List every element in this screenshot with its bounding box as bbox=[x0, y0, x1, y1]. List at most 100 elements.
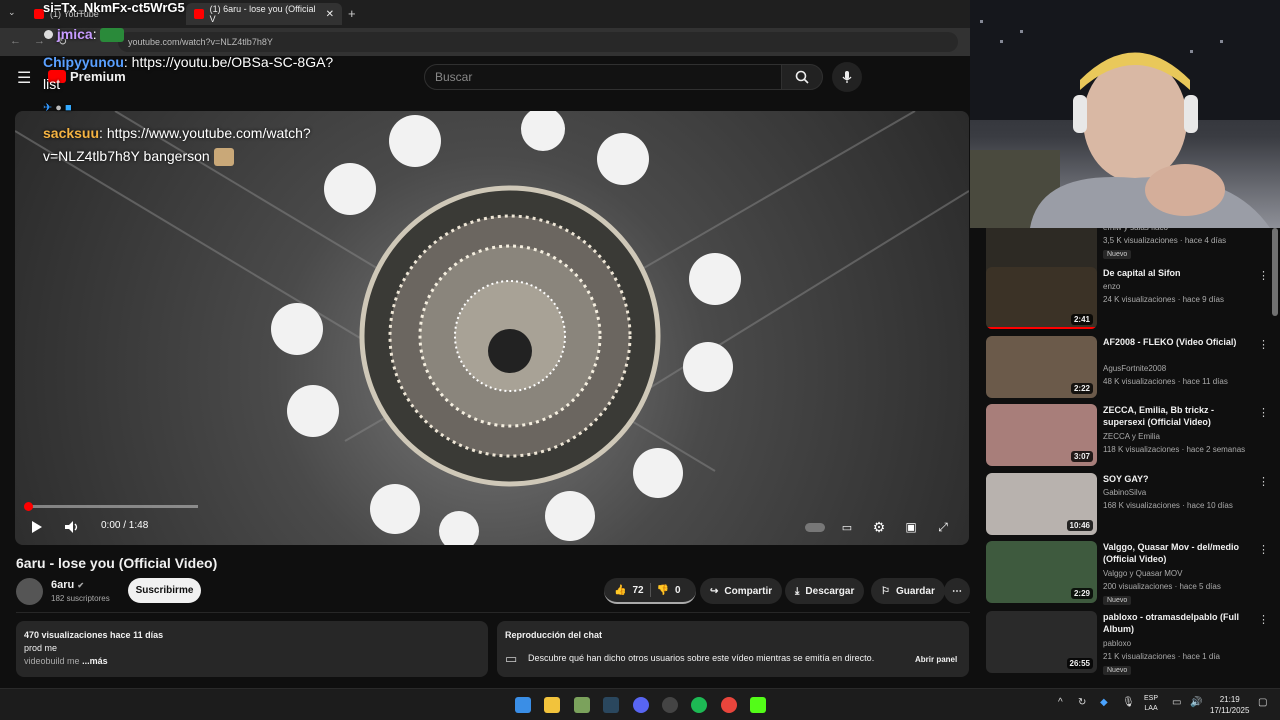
language-indicator[interactable]: ESP LAA bbox=[1144, 694, 1158, 714]
chat-emote-icon bbox=[100, 28, 125, 43]
sidebar-video-title[interactable]: De capital al Sifon bbox=[1103, 267, 1243, 279]
save-button[interactable]: ⚐ Guardar bbox=[871, 578, 945, 604]
fullscreen-button[interactable]: ⤢ bbox=[932, 516, 954, 538]
sidebar-channel-name[interactable]: AgusFortnite2008 bbox=[1103, 364, 1166, 373]
tray-mic-icon[interactable]: 🎙 bbox=[1122, 697, 1135, 708]
video-duration: 26:55 bbox=[1066, 658, 1093, 669]
thumbs-down-icon[interactable]: 👎 bbox=[657, 585, 669, 596]
more-options-icon[interactable]: ⋮ bbox=[1258, 269, 1269, 282]
dislike-count[interactable]: 0 bbox=[675, 585, 681, 596]
sidebar-video-title[interactable]: ZECCA, Emilia, Bb trickz - supersexi (Of… bbox=[1103, 404, 1243, 428]
spotify-icon[interactable] bbox=[691, 697, 707, 713]
more-options-icon[interactable]: ⋮ bbox=[1258, 543, 1269, 556]
tray-network-app-icon[interactable]: ◆ bbox=[1100, 697, 1108, 708]
search-input[interactable]: Buscar bbox=[424, 64, 782, 90]
show-more-link[interactable]: ...más bbox=[82, 656, 108, 666]
chat-text: list bbox=[43, 76, 61, 92]
back-arrow-icon[interactable]: ← bbox=[10, 35, 21, 47]
chat-text: : https://youtu.be/OBSa-SC-8GA? bbox=[123, 54, 334, 70]
video-thumbnail[interactable]: 26:55 bbox=[986, 611, 1097, 673]
sidebar-channel-name[interactable]: emiw y salas flaco bbox=[1103, 228, 1168, 232]
chandelier-video-frame bbox=[15, 111, 969, 545]
more-actions-button[interactable]: ⋯ bbox=[944, 578, 970, 604]
video-thumbnail[interactable]: 2:41 bbox=[986, 267, 1097, 329]
search-button[interactable] bbox=[781, 64, 823, 90]
file-explorer-icon[interactable] bbox=[544, 697, 560, 713]
sidebar-video-item[interactable]: 2:29 Valggo, Quasar Mov - del/medio (Offi… bbox=[986, 541, 1269, 605]
obs-icon[interactable] bbox=[662, 697, 678, 713]
sidebar-channel-name[interactable]: pabloxo bbox=[1103, 639, 1131, 648]
sidebar-video-item[interactable]: 2:41 De capital al Sifon enzo 24 K visualiz… bbox=[986, 267, 1269, 331]
channel-name[interactable]: 6aru ✔ bbox=[51, 579, 84, 591]
more-options-icon[interactable]: ⋮ bbox=[1258, 475, 1269, 488]
sidebar-channel-name[interactable]: ZECCA y Emilia bbox=[1103, 432, 1160, 441]
video-duration: 2:41 bbox=[1070, 314, 1093, 325]
speaker-icon[interactable]: 🔊 bbox=[1190, 697, 1202, 708]
video-duration: 3:07 bbox=[1070, 451, 1093, 462]
sidebar-video-title[interactable]: Valggo, Quasar Mov - del/medio (Official… bbox=[1103, 541, 1243, 565]
video-thumbnail[interactable]: 3:07 bbox=[986, 404, 1097, 466]
hamburger-menu-icon[interactable]: ☰ bbox=[17, 68, 31, 88]
subscribe-button[interactable]: Suscribirme bbox=[128, 578, 201, 603]
discord-icon[interactable] bbox=[633, 697, 649, 713]
sidebar-channel-name[interactable]: enzo bbox=[1103, 282, 1120, 291]
share-button[interactable]: ↪ Compartir bbox=[700, 578, 783, 604]
video-thumbnail[interactable]: 10:46 bbox=[986, 473, 1097, 535]
wifi-icon[interactable]: ▭ bbox=[1172, 697, 1181, 708]
more-options-icon[interactable]: ⋮ bbox=[1258, 338, 1269, 351]
start-icon[interactable] bbox=[515, 697, 531, 713]
subtitles-icon: ▭ bbox=[841, 521, 853, 534]
settings-button[interactable]: ⚙ bbox=[868, 516, 890, 538]
close-tab-icon[interactable]: ✕ bbox=[326, 9, 334, 20]
sidebar-video-item[interactable]: 2:22 AF2008 - FLEKO (Video Oficial) AgusFo… bbox=[986, 336, 1269, 400]
new-badge: Nuevo bbox=[1103, 250, 1132, 259]
video-duration: 2:29 bbox=[1070, 588, 1093, 599]
video-thumbnail[interactable]: 2:22 bbox=[986, 336, 1097, 398]
overlay-chat-line: sacksuu: https://www.youtube.com/watch? bbox=[43, 125, 311, 141]
channel-avatar[interactable] bbox=[16, 578, 43, 605]
browser-tab-active[interactable]: (1) 6aru - lose you (Official V ✕ bbox=[186, 3, 342, 25]
tab-list-chevron-icon[interactable]: ⌄ bbox=[8, 7, 16, 18]
volume-button[interactable] bbox=[61, 516, 83, 538]
tray-chevron-icon[interactable]: ^ bbox=[1058, 697, 1063, 708]
overlay-chat-line: list bbox=[43, 76, 60, 92]
new-badge: Nuevo bbox=[1103, 596, 1132, 605]
channel-name-text: 6aru bbox=[51, 579, 75, 591]
autoplay-toggle[interactable] bbox=[804, 516, 826, 538]
sidebar-video-item[interactable]: 3:07 ZECCA, Emilia, Bb trickz - supersexi… bbox=[986, 404, 1269, 468]
sidebar-video-item[interactable]: 10:46 SOY GAY? GabinoSilva 168 K visualizac… bbox=[986, 473, 1269, 537]
video-thumbnail[interactable]: 2:29 bbox=[986, 541, 1097, 603]
taskbar-clock[interactable]: 21:19 17/11/2025 bbox=[1210, 694, 1249, 716]
more-options-icon[interactable]: ⋮ bbox=[1258, 613, 1269, 626]
play-button[interactable] bbox=[26, 516, 48, 538]
more-options-icon[interactable]: ⋮ bbox=[1258, 406, 1269, 419]
new-tab-icon[interactable]: + bbox=[348, 6, 356, 21]
chrome-icon[interactable] bbox=[721, 697, 737, 713]
sidebar-video-title[interactable]: pabloxo - otramasdelpablo (Full Album) bbox=[1103, 611, 1243, 635]
app-icon[interactable] bbox=[574, 697, 590, 713]
chat-username: jmica bbox=[56, 26, 93, 42]
sidebar-scrollbar[interactable] bbox=[1272, 228, 1278, 316]
voice-search-button[interactable] bbox=[832, 62, 862, 92]
progress-bar[interactable] bbox=[28, 505, 198, 508]
notification-icon[interactable]: ▢ bbox=[1258, 697, 1267, 708]
description-box[interactable]: 470 visualizaciones hace 11 días prod me… bbox=[16, 621, 488, 677]
cat-emote-icon bbox=[213, 148, 234, 167]
thumbs-up-icon[interactable]: 👍 bbox=[614, 585, 626, 596]
kick-icon[interactable] bbox=[750, 697, 766, 713]
download-button[interactable]: ⤓ Descargar bbox=[785, 578, 865, 604]
url-field[interactable]: youtube.com/watch?v=NLZ4tlb7h8Y bbox=[118, 32, 958, 52]
sidebar-video-title[interactable]: AF2008 - FLEKO (Video Oficial) bbox=[1103, 336, 1243, 348]
open-panel-button[interactable]: Abrir panel bbox=[907, 650, 965, 670]
steam-icon[interactable] bbox=[603, 697, 619, 713]
sidebar-video-title[interactable]: SOY GAY? bbox=[1103, 473, 1243, 485]
miniplayer-button[interactable]: ▣ bbox=[900, 516, 922, 538]
tray-app-icon[interactable]: ↻ bbox=[1078, 697, 1086, 708]
sidebar-video-item[interactable]: 26:55 pabloxo - otramasdelpablo (Full Alb… bbox=[986, 611, 1269, 675]
progress-scrubber[interactable] bbox=[24, 502, 33, 511]
subtitles-button[interactable]: ▭ bbox=[836, 516, 858, 538]
sidebar-channel-name[interactable]: Valggo y Quasar MOV bbox=[1103, 569, 1182, 578]
like-count[interactable]: 72 bbox=[632, 585, 643, 596]
video-player[interactable] bbox=[15, 111, 969, 545]
sidebar-channel-name[interactable]: GabinoSilva bbox=[1103, 488, 1146, 497]
